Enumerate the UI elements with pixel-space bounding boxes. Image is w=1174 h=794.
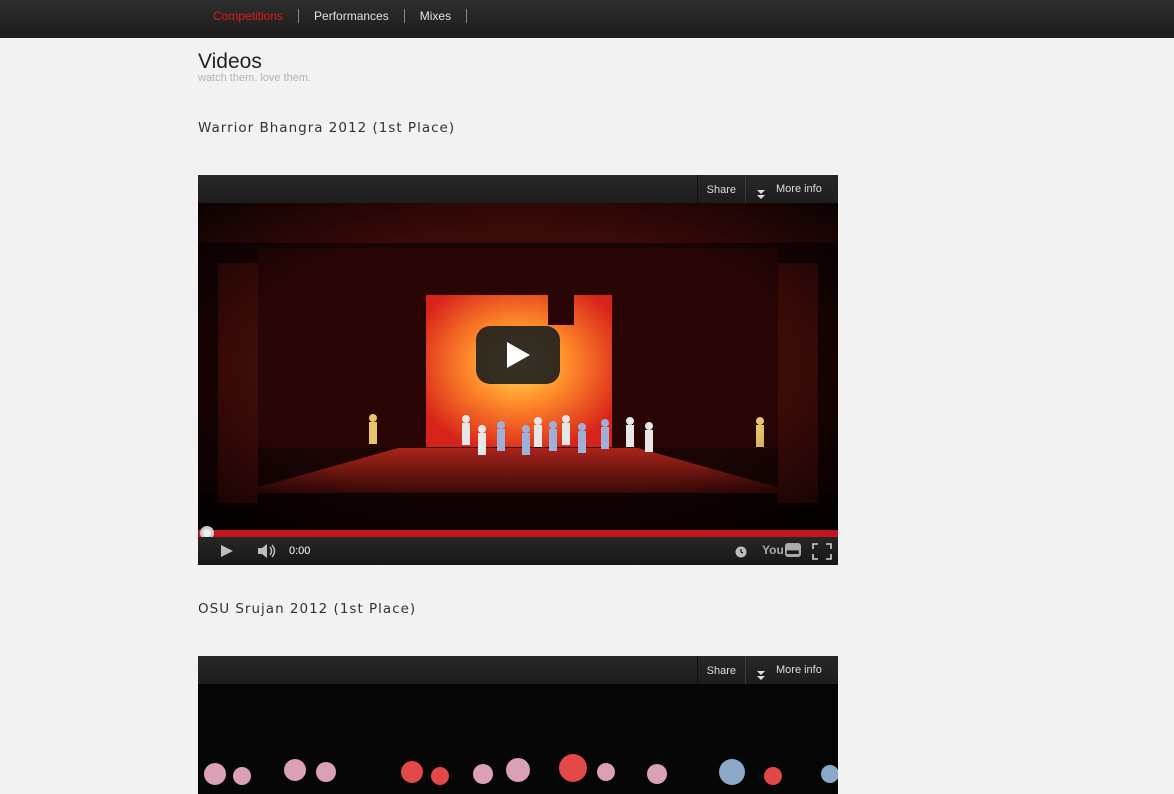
page-subtitle: watch them. love them.: [198, 72, 312, 84]
share-button[interactable]: Share: [696, 175, 746, 203]
volume-icon[interactable]: [257, 543, 277, 564]
nav-item-performances[interactable]: Performances: [299, 9, 405, 23]
more-info-label: More info: [776, 664, 822, 676]
player-top-bar: Share More info: [198, 175, 838, 203]
video-title: OSU Srujan 2012 (1st Place): [198, 601, 417, 617]
video-player[interactable]: Share More info 0:00 You ▬: [198, 175, 838, 565]
youtube-logo-icon[interactable]: You ▬: [762, 543, 801, 557]
more-info-button[interactable]: More info: [746, 656, 838, 684]
fullscreen-icon[interactable]: [812, 543, 832, 565]
nav-item-mixes[interactable]: Mixes: [405, 9, 468, 23]
page-title: Videos: [198, 50, 262, 73]
main-nav: Competitions Performances Mixes: [198, 0, 468, 32]
progress-bar[interactable]: [198, 530, 838, 537]
video-frame[interactable]: [198, 684, 838, 794]
time-display: 0:00: [289, 545, 311, 557]
share-button[interactable]: Share: [696, 656, 746, 684]
chevron-down-icon: [756, 664, 766, 692]
clock-icon[interactable]: [735, 545, 747, 563]
big-play-button[interactable]: [476, 326, 560, 384]
video-player[interactable]: Share More info: [198, 656, 838, 794]
player-top-bar: Share More info: [198, 656, 838, 684]
youtube-logo-text: You: [762, 543, 784, 557]
chevron-down-icon: [756, 183, 766, 211]
play-icon[interactable]: [220, 544, 234, 563]
video-title: Warrior Bhangra 2012 (1st Place): [198, 120, 456, 136]
more-info-label: More info: [776, 183, 822, 195]
more-info-button[interactable]: More info: [746, 175, 838, 203]
player-controls: 0:00 You ▬: [198, 537, 838, 565]
top-nav-bar: Competitions Performances Mixes: [0, 0, 1174, 38]
nav-item-competitions[interactable]: Competitions: [198, 9, 300, 23]
